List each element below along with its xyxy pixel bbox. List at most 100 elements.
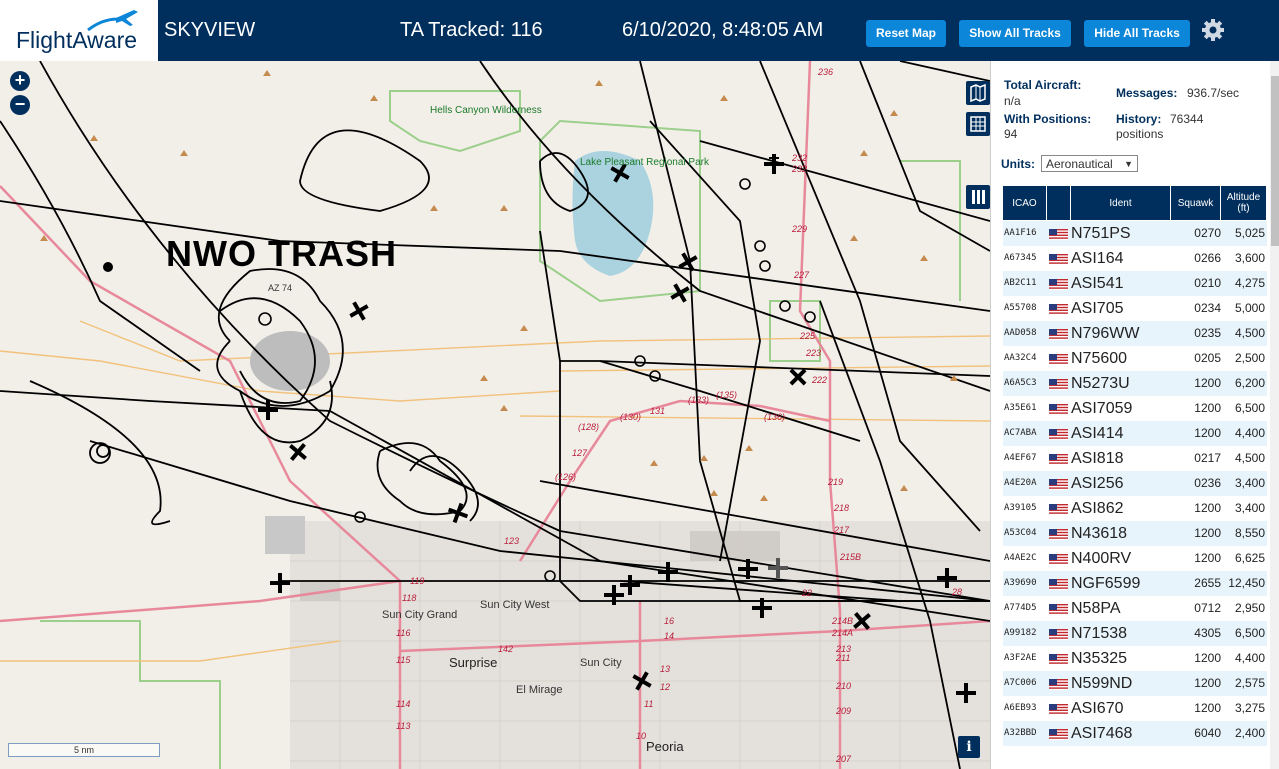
route-label: 123 [504,536,520,546]
units-select[interactable]: Aeronautical ▼ [1041,155,1138,172]
reset-map-button[interactable]: Reset Map [866,20,946,47]
table-row[interactable]: A67345 ASI164 0266 3,600 [1003,246,1267,271]
route-label: 211 [836,653,851,663]
cell-ident: ASI256 [1071,475,1124,492]
route-label: 127 [572,448,588,458]
column-header-icao[interactable]: ICAO [1003,186,1047,220]
place-label-sun-city-grand: Sun City Grand [382,609,458,621]
cell-altitude: 2,575 [1234,676,1265,690]
hide-all-tracks-button[interactable]: Hide All Tracks [1084,20,1190,47]
cell-altitude: 8,550 [1234,526,1265,540]
cell-icao: AC7ABA [1004,428,1037,438]
table-row[interactable]: A4E20A ASI256 0236 3,400 [1003,471,1267,496]
cell-altitude: 4,500 [1234,326,1265,340]
route-label: 12 [660,682,671,692]
cell-squawk: 0712 [1194,601,1221,615]
route-label: 131 [650,406,666,416]
cell-ident: N75600 [1071,350,1128,367]
table-row[interactable]: AAD058 N796WW 0235 4,500 [1003,321,1267,346]
table-row[interactable]: AA1F16 N751PS 0270 5,025 [1003,221,1267,246]
cell-squawk: 2655 [1194,576,1221,590]
route-label: 215B [840,552,862,562]
with-positions-label: With Positions: [1004,112,1092,126]
route-label: 223 [806,348,822,358]
us-flag-icon [1049,504,1068,515]
us-flag-icon [1049,279,1068,290]
cell-squawk: 0234 [1194,301,1221,315]
route-label: 210 [836,681,852,691]
route-label: 14 [664,631,675,641]
table-row[interactable]: A3F2AE N35325 1200 4,400 [1003,646,1267,671]
cell-flag [1047,721,1069,746]
column-header-ident[interactable]: Ident [1071,186,1171,220]
cell-flag [1047,271,1069,296]
route-label: 209 [836,706,852,716]
panel-scrollbar[interactable] [1270,61,1279,769]
zoom-in-button[interactable]: + [10,71,30,91]
table-row[interactable]: A53C04 N43618 1200 8,550 [1003,521,1267,546]
cell-icao: A4AE2C [1004,553,1037,563]
map-overlay-annotation: NWO TRASH [166,233,397,274]
messages-label: Messages: [1116,86,1178,100]
cell-icao: AAD058 [1004,328,1037,338]
table-row[interactable]: A32BBD ASI7468 6040 2,400 [1003,721,1267,746]
messages-value: 936.7/sec [1187,86,1240,100]
history-label: History: [1116,112,1162,126]
cell-ident: ASI705 [1071,300,1124,317]
zoom-out-button[interactable]: − [10,95,30,115]
table-row[interactable]: AC7ABA ASI414 1200 4,400 [1003,421,1267,446]
gear-icon[interactable] [1200,17,1226,43]
cell-altitude: 3,600 [1234,251,1265,265]
cell-altitude: 6,500 [1234,626,1265,640]
cell-icao: A32BBD [1004,728,1037,738]
chevron-down-icon: ▼ [1124,159,1133,169]
flightaware-logo[interactable]: FlightAware [0,0,158,61]
column-header-squawk[interactable]: Squawk [1171,186,1221,220]
route-label: 232 [792,164,808,174]
cell-icao: A39105 [1004,503,1037,513]
route-label: 214B [832,616,854,626]
info-button[interactable]: i [958,736,980,758]
map-icon [970,83,986,103]
flight-map[interactable]: + − NWO TRASH Hells Canyon Wilderness La… [0,61,990,769]
table-row[interactable]: A55708 ASI705 0234 5,000 [1003,296,1267,321]
total-aircraft-value: n/a [1004,94,1021,108]
show-all-tracks-button[interactable]: Show All Tracks [959,20,1071,47]
cell-flag [1047,421,1069,446]
us-flag-icon [1049,554,1068,565]
table-row[interactable]: A39690 NGF6599 2655 12,450 [1003,571,1267,596]
us-flag-icon [1049,454,1068,465]
place-label-sun-city: Sun City [580,657,622,669]
scrollbar-thumb[interactable] [1271,76,1279,246]
table-row[interactable]: A35E61 ASI7059 1200 6,500 [1003,396,1267,421]
column-header-flag[interactable] [1047,186,1071,220]
route-label: 232 [792,153,808,163]
table-row[interactable]: A99182 N71538 4305 6,500 [1003,621,1267,646]
cell-icao: A3F2AE [1004,653,1037,663]
route-label: 118 [402,593,417,603]
cell-flag [1047,621,1069,646]
cell-flag [1047,496,1069,521]
cell-ident: N796WW [1071,325,1140,342]
table-row[interactable]: A7C006 N599ND 1200 2,575 [1003,671,1267,696]
table-row[interactable]: AB2C11 ASI541 0210 4,275 [1003,271,1267,296]
table-row[interactable]: A4AE2C N400RV 1200 6,625 [1003,546,1267,571]
route-label: 116 [396,628,411,638]
table-row[interactable]: A6A5C3 N5273U 1200 6,200 [1003,371,1267,396]
cell-icao: A7C006 [1004,678,1037,688]
table-row[interactable]: A4EF67 ASI818 0217 4,500 [1003,446,1267,471]
route-label: 214A [832,628,854,638]
us-flag-icon [1049,429,1068,440]
table-row[interactable]: A6EB93 ASI670 1200 3,275 [1003,696,1267,721]
grid-icon [970,116,986,132]
cell-altitude: 4,400 [1234,426,1265,440]
column-toggle-button[interactable] [966,185,990,209]
column-header-altitude[interactable]: Altitude (ft) [1221,186,1267,220]
table-row[interactable]: A39105 ASI862 1200 3,400 [1003,496,1267,521]
cell-altitude: 2,400 [1234,726,1265,740]
table-row[interactable]: A774D5 N58PA 0712 2,950 [1003,596,1267,621]
history-unit: positions [1116,127,1164,141]
map-layers-button[interactable] [966,81,990,105]
map-grid-button[interactable] [966,112,990,136]
table-row[interactable]: AA32C4 N75600 0205 2,500 [1003,346,1267,371]
